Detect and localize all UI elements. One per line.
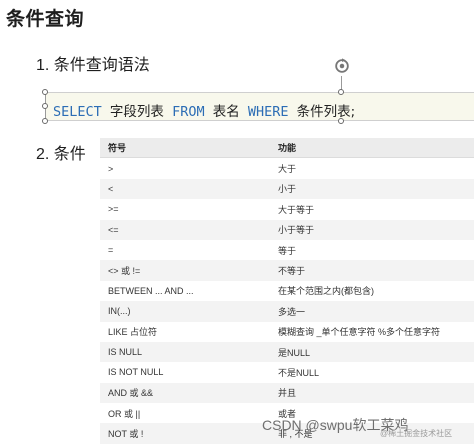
keyword-select: SELECT xyxy=(53,104,102,120)
table-row: LIKE 占位符 模糊查询 _单个任意字符 %多个任意字符 xyxy=(100,322,474,342)
juejin-watermark: @稀土掘金技术社区 xyxy=(380,429,453,438)
table-row: IS NULL 是NULL xyxy=(100,341,474,363)
cell-symbol: IN(...) xyxy=(108,306,131,317)
header-function: 功能 xyxy=(278,143,297,154)
cell-symbol: < xyxy=(108,183,114,194)
header-symbol: 符号 xyxy=(108,143,127,154)
cell-function: 大于等于 xyxy=(278,204,315,215)
page-title: 条件查询 xyxy=(6,9,85,30)
cell-function: 在某个范围之内(都包含) xyxy=(278,286,374,297)
cell-symbol: IS NOT NULL xyxy=(108,367,164,378)
cell-symbol: OR 或 || xyxy=(108,408,141,419)
cell-function: 小于 xyxy=(278,184,297,195)
table-row: BETWEEN ... AND ... 在某个范围之内(都包含) xyxy=(100,281,474,301)
code-fields: 字段列表 xyxy=(109,104,164,120)
table-row: IN(...) 多选一 xyxy=(100,301,474,322)
cell-symbol: >= xyxy=(108,204,119,215)
cell-function: 模糊查询 _单个任意字符 %多个任意字符 xyxy=(278,327,441,338)
resize-handle-top-middle[interactable] xyxy=(338,89,344,95)
cell-function: 不等于 xyxy=(278,266,306,277)
section-heading-syntax: 1. 条件查询语法 xyxy=(36,57,150,74)
table-row: >= 大于等于 xyxy=(100,199,474,219)
code-table: 表名 xyxy=(212,104,240,120)
cell-symbol: LIKE 占位符 xyxy=(108,327,158,338)
cell-symbol: = xyxy=(108,245,114,256)
resize-handle-bottom-middle[interactable] xyxy=(338,118,344,124)
cell-function: 小于等于 xyxy=(278,225,315,236)
table-row: > 大于 xyxy=(100,158,474,178)
cell-function: 多选一 xyxy=(278,306,306,317)
keyword-where: WHERE xyxy=(247,104,289,120)
resize-handle-top-left[interactable] xyxy=(42,89,48,95)
cell-function: 等于 xyxy=(278,245,297,256)
table-row: <> 或 != 不等于 xyxy=(100,260,474,281)
resize-handle-bottom-left[interactable] xyxy=(42,118,48,124)
sql-syntax-code: SELECT 字段列表 FROM 表名 WHERE 条件列表; xyxy=(53,100,355,120)
table-header-row: 符号 功能 xyxy=(100,138,474,159)
rotate-handle-icon[interactable] xyxy=(333,57,351,75)
cell-function: 不是NULL xyxy=(278,367,320,378)
cell-symbol: <> 或 != xyxy=(108,266,141,277)
code-conditions: 条件列表; xyxy=(296,104,356,120)
keyword-from: FROM xyxy=(172,104,205,120)
operator-table: 符号 功能 > 大于 < 小于 >= 大于等于 <= 小于等于 = 等于 <> 或 != 不… xyxy=(100,138,474,444)
resize-handle-left-middle[interactable] xyxy=(42,103,48,109)
cell-symbol: <= xyxy=(108,224,119,235)
cell-symbol: > xyxy=(108,163,114,174)
cell-function: 大于 xyxy=(278,164,297,175)
cell-symbol: AND 或 && xyxy=(108,388,154,399)
table-row: AND 或 && 并且 xyxy=(100,382,474,404)
cell-function: 是NULL xyxy=(278,347,311,358)
table-row: <= 小于等于 xyxy=(100,219,474,240)
cell-symbol: IS NULL xyxy=(108,347,143,358)
cell-function: 并且 xyxy=(278,388,297,399)
table-row: < 小于 xyxy=(100,178,474,200)
table-row: = 等于 xyxy=(100,240,474,260)
table-row: IS NOT NULL 不是NULL xyxy=(100,362,474,382)
cell-symbol: BETWEEN ... AND ... xyxy=(108,285,194,296)
section-heading-conditions: 2. 条件 xyxy=(36,146,86,163)
cell-symbol: NOT 或 ! xyxy=(108,429,144,440)
